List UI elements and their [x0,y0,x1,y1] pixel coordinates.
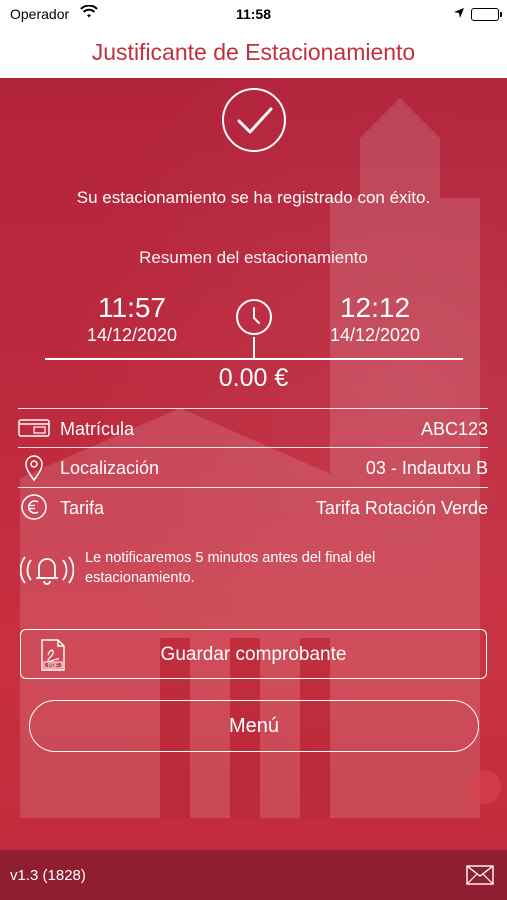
save-receipt-button[interactable]: PDF Guardar comprobante [20,629,487,679]
start-time-block: 11:57 14/12/2020 [52,292,212,346]
clock-time: 11:58 [235,6,272,22]
timeline-divider [45,358,463,360]
bell-ringing-icon [19,548,75,588]
location-label: Localización [60,458,160,478]
license-plate-icon [18,415,50,441]
plate-label: Matrícula [60,419,135,439]
mail-icon[interactable] [466,865,494,885]
info-row-plate: Matrícula ABC123 [18,409,488,447]
app-version: v1.3 (1828) [10,867,86,884]
tariff-label: Tarifa [60,498,105,518]
notification-notice: Le notificaremos 5 minutos antes del fin… [19,544,490,590]
save-receipt-label: Guardar comprobante [160,644,347,665]
location-value: 03 - Indautxu B [365,458,488,478]
summary-title: Resumen del estacionamiento [139,248,368,267]
info-row-location: Localización 03 - Indautxu B [18,448,488,486]
tariff-value: Tarifa Rotación Verde [315,498,488,518]
location-pin-icon [18,454,50,482]
euro-icon [18,494,50,520]
page-title: Justificante de Estacionamiento [0,30,507,76]
status-bar: Operador 11:58 [0,0,507,28]
timeline-stem [253,337,255,359]
success-message: Su estacionamiento se ha registrado con … [76,188,431,207]
end-time: 12:12 [339,292,411,323]
end-date: 14/12/2020 [329,325,421,345]
floating-action-button[interactable] [467,770,501,804]
info-row-tariff: Tarifa Tarifa Rotación Verde [18,488,488,526]
notification-text: Le notificaremos 5 minutos antes del fin… [85,550,376,586]
end-time-block: 12:12 14/12/2020 [295,292,455,346]
plate-value: ABC123 [420,419,488,439]
menu-button[interactable]: Menú [29,700,479,752]
success-check-icon [222,88,286,152]
start-date: 14/12/2020 [86,325,178,345]
receipt-content: Su estacionamiento se ha registrado con … [0,78,507,850]
location-arrow-icon [453,6,465,22]
battery-icon [471,8,502,21]
start-time: 11:57 [98,292,166,323]
clock-icon [236,299,272,335]
footer-bar: v1.3 (1828) [0,850,507,900]
parking-price: 0.00 € [218,364,289,392]
